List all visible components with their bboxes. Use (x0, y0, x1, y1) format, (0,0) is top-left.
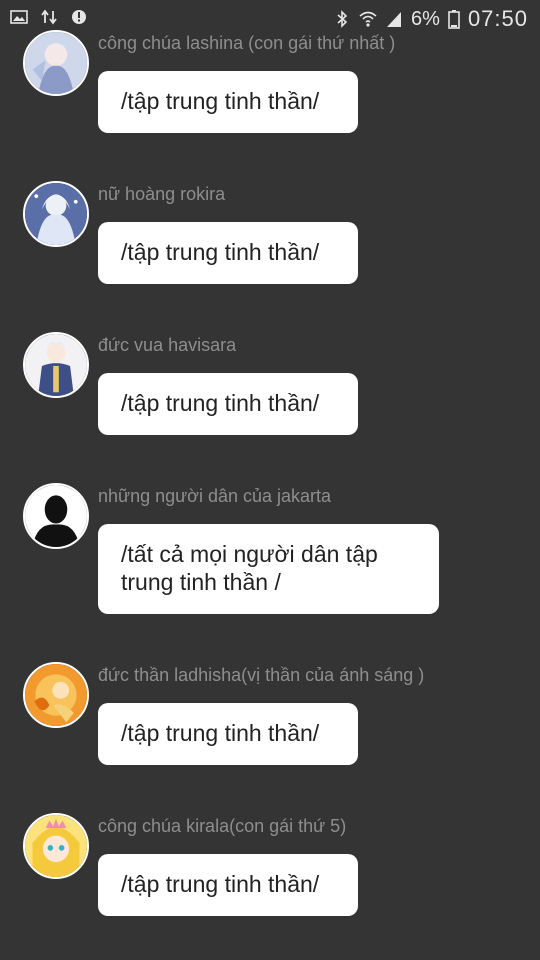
sender-name: đức vua havisara (98, 335, 237, 355)
battery-icon (448, 10, 460, 29)
image-icon (10, 10, 28, 24)
avatar-lashina-image (25, 32, 87, 94)
data-transfer-icon (41, 9, 57, 25)
message-text: /tập trung tinh thần/ (121, 88, 320, 114)
sender-name: đức thần ladhisha(vị thần của ánh sáng ) (98, 665, 425, 685)
signal-icon (387, 12, 402, 27)
sender-name: những người dân của jakarta (98, 486, 332, 506)
message-bubble[interactable]: /tập trung tinh thần/ (98, 222, 358, 284)
message-text: /tất cả mọi người dân tập trung tinh thầ… (121, 541, 378, 595)
sender-name: công chúa kirala(con gái thứ 5) (98, 816, 347, 836)
message-text: /tập trung tinh thần/ (121, 390, 320, 416)
bluetooth-icon (337, 10, 348, 28)
sender-name: công chúa lashina (con gái thứ nhất ) (98, 33, 396, 53)
shield-alert-icon (72, 10, 86, 24)
avatar-havisara-image (25, 334, 87, 396)
battery-percent: 6% (411, 7, 440, 30)
message-text: /tập trung tinh thần/ (121, 871, 320, 897)
avatar[interactable] (23, 181, 89, 247)
status-bar: 6% 07:50 (0, 0, 540, 36)
avatar-silhouette-image (25, 485, 87, 547)
message-bubble[interactable]: /tất cả mọi người dân tập trung tinh thầ… (98, 524, 439, 614)
sender-name: nữ hoàng rokira (98, 184, 226, 204)
wifi-icon (359, 11, 377, 27)
message-bubble[interactable]: /tập trung tinh thần/ (98, 703, 358, 765)
message-bubble[interactable]: /tập trung tinh thần/ (98, 373, 358, 435)
avatar[interactable] (23, 813, 89, 879)
message-text: /tập trung tinh thần/ (121, 720, 320, 746)
avatar[interactable] (23, 483, 89, 549)
message-bubble[interactable]: /tập trung tinh thần/ (98, 71, 358, 133)
message-text: /tập trung tinh thần/ (121, 239, 320, 265)
avatar[interactable] (23, 332, 89, 398)
avatar-rokira-image (25, 183, 87, 245)
clock: 07:50 (467, 6, 528, 31)
avatar-kirala-image (25, 815, 87, 877)
avatar[interactable] (23, 662, 89, 728)
avatar-ladhisha-image (25, 664, 87, 726)
avatar[interactable] (23, 30, 89, 96)
message-bubble[interactable]: /tập trung tinh thần/ (98, 854, 358, 916)
